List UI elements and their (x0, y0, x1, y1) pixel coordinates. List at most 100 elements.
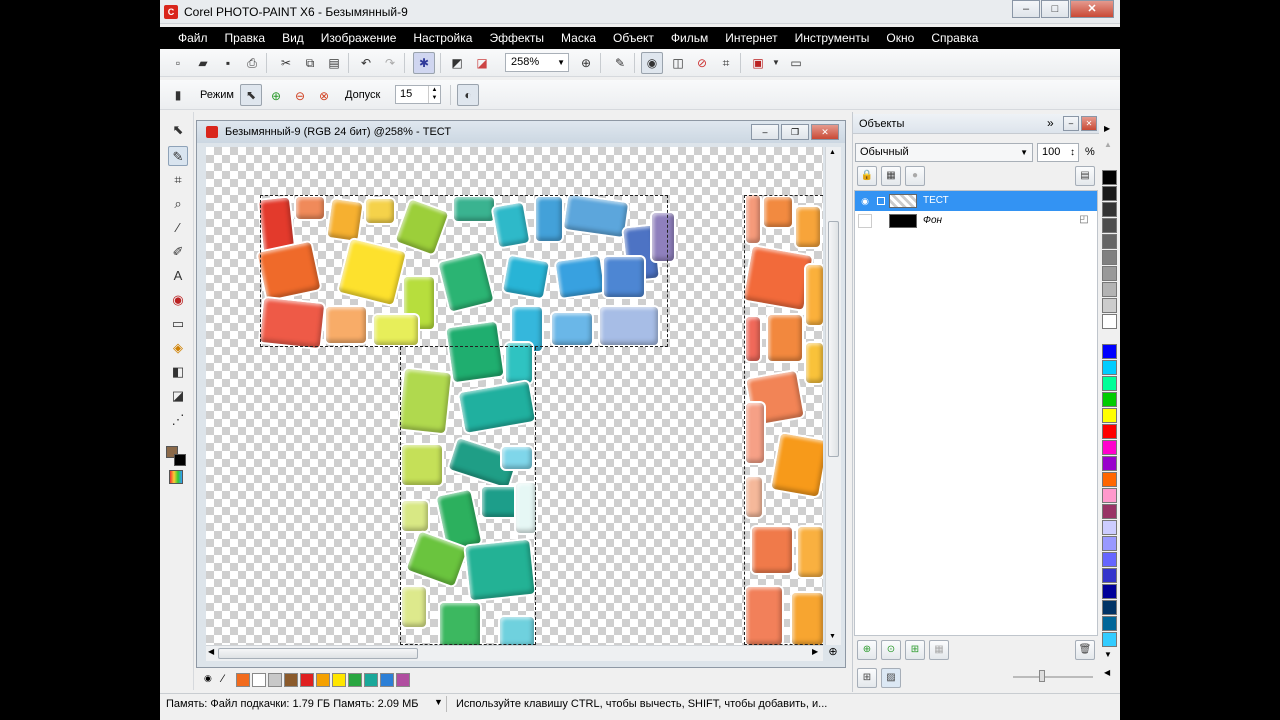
mask-icon[interactable]: ◩ (449, 55, 465, 71)
lock-icon[interactable]: 🔒 (857, 166, 877, 186)
palette-color[interactable] (1102, 266, 1117, 281)
palette-color[interactable] (1102, 424, 1117, 439)
palette-color[interactable] (1102, 250, 1117, 265)
zoom-navigator-icon[interactable]: ⊕ (825, 645, 841, 661)
shadow-tool-icon[interactable]: ◪ (168, 386, 188, 406)
chevron-down-icon[interactable]: ▼ (434, 697, 443, 707)
palette-color[interactable] (1102, 344, 1117, 359)
vertical-scroll-thumb[interactable] (828, 221, 839, 457)
palette-play-icon[interactable]: ◉ (204, 673, 212, 684)
palette-color[interactable] (1102, 488, 1117, 503)
color-swatch[interactable] (268, 673, 282, 687)
pick-tool-icon[interactable]: ⬉ (168, 120, 188, 140)
marquee-icon[interactable]: ⌗ (718, 55, 734, 71)
palette-scroll-left-icon[interactable]: ◀ (1104, 668, 1110, 677)
zoom-slider[interactable] (1013, 676, 1093, 678)
color-swatch[interactable] (364, 673, 378, 687)
doc-close-button[interactable]: ✕ (811, 124, 839, 140)
maximize-button[interactable]: □ (1041, 0, 1069, 18)
zoom-tool-icon[interactable]: ⌕ (168, 194, 188, 214)
eyedropper-tool-icon[interactable]: ⁄ (168, 218, 188, 238)
palette-color[interactable] (1102, 472, 1117, 487)
visibility-eye-icon[interactable]: ◉ (858, 194, 872, 208)
color-swatch[interactable] (380, 673, 394, 687)
palette-color[interactable] (1102, 360, 1117, 375)
menu-adjust[interactable]: Настройка (407, 27, 478, 49)
layer-row[interactable]: ◉ ТЕСТ (855, 191, 1097, 211)
horizontal-scroll-thumb[interactable] (218, 648, 418, 659)
color-swatch[interactable] (316, 673, 330, 687)
import-button[interactable]: ✱ (413, 52, 435, 74)
corel-app-icon[interactable]: C (164, 5, 178, 19)
new-file-icon[interactable]: ▫ (170, 55, 186, 71)
clip-mask-icon[interactable]: ⊘ (694, 55, 710, 71)
mask-overlay-icon[interactable]: ◫ (670, 55, 686, 71)
horizontal-scrollbar[interactable]: ◀ ▶ (206, 645, 823, 661)
palette-color[interactable] (1102, 376, 1117, 391)
menu-window[interactable]: Окно (880, 27, 920, 49)
fill-color-swatch[interactable] (169, 470, 183, 484)
palette-color[interactable] (1102, 282, 1117, 297)
zoom-slider-thumb[interactable] (1039, 670, 1045, 682)
docker-minimize-button[interactable]: – (1063, 116, 1079, 131)
eyedropper-icon[interactable]: ⁄ (222, 673, 224, 685)
docker-tab-icon[interactable]: ⊞ (857, 668, 877, 688)
screen-icon[interactable]: ▣ (750, 55, 766, 71)
open-folder-icon[interactable]: ▰ (195, 55, 211, 71)
new-group-icon[interactable]: ⊞ (905, 640, 925, 660)
mode-normal-button[interactable]: ⬉ (240, 84, 262, 106)
eraser-tool-icon[interactable]: ◧ (168, 362, 188, 382)
palette-color[interactable] (1102, 616, 1117, 631)
palette-color[interactable] (1102, 314, 1117, 329)
crop-tool-icon[interactable]: ⌗ (168, 170, 188, 190)
paste-icon[interactable]: ▤ (326, 55, 342, 71)
palette-color[interactable] (1102, 536, 1117, 551)
palette-scroll-up-icon[interactable]: ▲ (1104, 140, 1112, 149)
palette-color[interactable] (1102, 520, 1117, 535)
undo-icon[interactable]: ↶ (358, 55, 374, 71)
show-mask-button[interactable]: ◉ (641, 52, 663, 74)
color-swatch[interactable] (396, 673, 410, 687)
image-canvas[interactable] (206, 147, 823, 645)
mode-add-icon[interactable]: ⊕ (268, 88, 284, 104)
visibility-toggle-icon[interactable] (858, 214, 872, 228)
docker-close-button[interactable]: ✕ (1081, 116, 1097, 131)
lock-transparency-icon[interactable]: ▦ (881, 166, 901, 186)
menu-edit[interactable]: Правка (219, 27, 272, 49)
objects-tab-icon[interactable]: ▨ (881, 668, 901, 688)
menu-view[interactable]: Вид (276, 27, 310, 49)
chevron-down-icon[interactable]: ▼ (768, 55, 784, 71)
mode-subtract-icon[interactable]: ⊖ (292, 88, 308, 104)
doc-restore-button[interactable]: ❐ (781, 124, 809, 140)
delete-icon[interactable]: 🗑 (1075, 640, 1095, 660)
double-chevron-icon[interactable]: » (1047, 116, 1054, 130)
palette-color[interactable] (1102, 600, 1117, 615)
new-object-icon[interactable]: ⊕ (857, 640, 877, 660)
palette-color[interactable] (1102, 584, 1117, 599)
doc-minimize-button[interactable]: – (751, 124, 779, 140)
palette-color[interactable] (1102, 440, 1117, 455)
menu-help[interactable]: Справка (925, 27, 984, 49)
layer-row[interactable]: Фон ◰ (855, 211, 1097, 231)
redo-icon[interactable]: ↷ (382, 55, 398, 71)
vertical-scrollbar[interactable]: ▲ ▼ (825, 147, 841, 645)
palette-color[interactable] (1102, 234, 1117, 249)
menu-movie[interactable]: Фильм (665, 27, 714, 49)
magic-wand-tool-icon[interactable]: ✎ (168, 146, 188, 166)
combine-icon[interactable]: ▦ (929, 640, 949, 660)
palette-color[interactable] (1102, 298, 1117, 313)
brush-tool-icon[interactable]: ✐ (168, 242, 188, 262)
palette-color[interactable] (1102, 456, 1117, 471)
menu-mask[interactable]: Маска (555, 27, 602, 49)
save-icon[interactable]: ▪ (220, 55, 236, 71)
fill-tool-icon[interactable]: ◈ (168, 338, 188, 358)
menu-image[interactable]: Изображение (315, 27, 403, 49)
color-swatch[interactable] (348, 673, 362, 687)
layer-lock-icon[interactable] (877, 197, 885, 205)
menu-file[interactable]: Файл (172, 27, 214, 49)
scroll-up-icon[interactable]: ▲ (829, 149, 836, 156)
blend-mode-select[interactable]: Обычный ▼ (855, 143, 1033, 162)
print-icon[interactable]: ⎙ (244, 55, 260, 71)
scroll-right-icon[interactable]: ▶ (812, 647, 818, 656)
docker-options-icon[interactable]: ▤ (1075, 166, 1095, 186)
